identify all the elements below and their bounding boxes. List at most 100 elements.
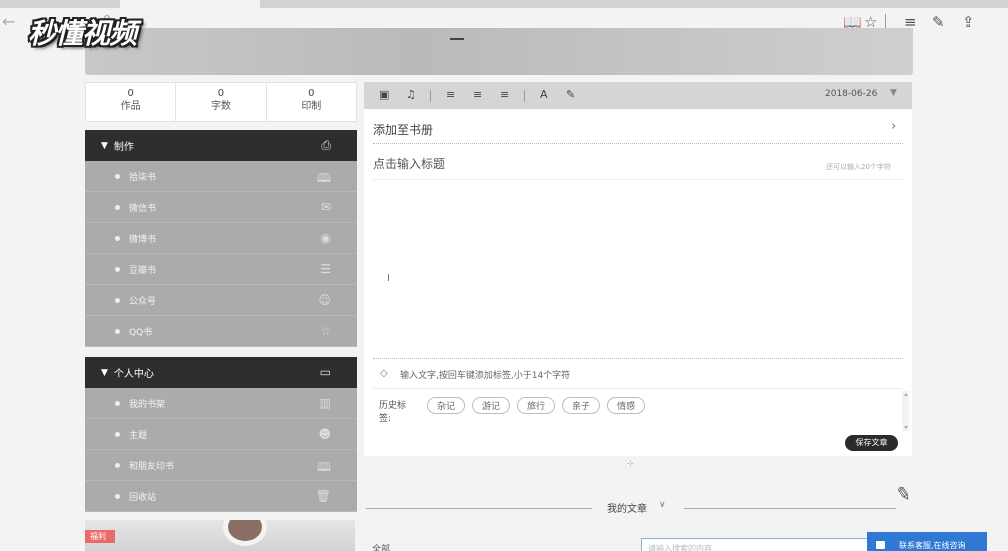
history-tags-list: 杂记 游记 旅行 亲子 情感: [427, 397, 646, 414]
stat-value: 0: [308, 88, 315, 99]
sidebar-item-label: 公众号: [129, 296, 157, 307]
highlight-pen-icon[interactable]: ✎: [566, 88, 575, 101]
notes-icon[interactable]: ✎: [932, 13, 945, 31]
sidebar-item-official-account[interactable]: 公众号 ☺: [85, 285, 357, 316]
pen-icon[interactable]: ✎: [894, 483, 913, 506]
sidebar-item-shiqi-book[interactable]: 拾柒书 🕮: [85, 161, 357, 192]
resize-handle-icon[interactable]: ⊹: [627, 459, 634, 468]
divider: [373, 358, 903, 359]
my-articles-label[interactable]: 我的文章: [607, 500, 647, 515]
sidebar-item-label: 和朋友印书: [129, 461, 175, 472]
history-tag[interactable]: 情感: [607, 397, 646, 414]
history-tag[interactable]: 旅行: [517, 397, 556, 414]
image-icon[interactable]: ▣: [379, 88, 389, 101]
douban-icon: ☰: [320, 262, 331, 276]
welfare-ribbon: 福利: [85, 530, 115, 543]
bullet-icon: [115, 235, 120, 241]
sidebar-item-label: 拾柒书: [129, 172, 157, 183]
divider: [373, 179, 903, 180]
add-to-book-link[interactable]: 添加至书册: [373, 121, 433, 138]
star-icon: ☆: [320, 324, 331, 338]
bullet-icon: [115, 493, 120, 499]
sidebar-item-label: 微博书: [129, 234, 157, 245]
sidebar-item-theme[interactable]: 主题 ☻: [85, 419, 357, 450]
title-input[interactable]: 点击输入标题: [373, 155, 445, 172]
sidebar-item-label: 主题: [129, 430, 148, 441]
chat-bubble-icon: ☺: [318, 293, 331, 307]
folder-icon: ▭: [319, 365, 331, 379]
users-icon: ☻: [318, 427, 331, 441]
music-icon[interactable]: ♫: [406, 88, 416, 101]
chat-label: 联系客服,在线咨询: [899, 541, 966, 550]
align-center-icon[interactable]: ≡: [473, 88, 482, 101]
caret-down-icon: ▼: [101, 140, 108, 151]
sidebar-item-wechat-book[interactable]: 微信书 ✉: [85, 192, 357, 223]
divider: [684, 508, 896, 509]
browser-tab-active[interactable]: [120, 0, 260, 8]
editor-toolbar: ▣ ♫ ≡ ≡ ≡ A ✎ 2018-06-26 ▼: [364, 82, 912, 109]
history-tag[interactable]: 杂记: [427, 397, 466, 414]
bullet-icon: [115, 173, 120, 179]
book-open-icon: 🕮: [316, 460, 331, 474]
chevron-right-icon[interactable]: ›: [891, 119, 896, 134]
tag-input[interactable]: 输入文字,按回车键添加标签,小于14个字符: [400, 368, 570, 381]
sidebar-section-personal[interactable]: ▼ 个人中心 ▭: [85, 357, 357, 388]
sidebar-item-print-with-friends[interactable]: 和朋友印书 🕮: [85, 450, 357, 481]
history-tags-box: 历史标签: 杂记 游记 旅行 亲子 情感: [373, 388, 909, 432]
chevron-down-icon[interactable]: ▼: [890, 88, 897, 98]
weibo-icon: ◉: [320, 231, 331, 245]
promo-banner[interactable]: 福利: [85, 520, 355, 551]
toolbar-divider: [430, 90, 431, 102]
stat-label: 印制: [301, 101, 322, 112]
sidebar-item-label: 豆瓣书: [129, 265, 157, 276]
article-search-input[interactable]: 请输入搜索的内容: [641, 538, 871, 551]
divider: [366, 508, 592, 509]
toolbar-divider: [524, 90, 525, 102]
text-cursor-icon: I: [387, 273, 390, 284]
sidebar-item-label: 微信书: [129, 203, 157, 214]
sidebar-item-recycle-bin[interactable]: 回收站 🗑: [85, 481, 357, 512]
back-arrow-icon[interactable]: ←: [2, 12, 15, 31]
stat-value: 0: [217, 88, 225, 99]
browser-tab-strip: [0, 0, 1008, 8]
sidebar-item-label: 回收站: [129, 492, 157, 503]
sidebar-item-label: 我的书架: [129, 399, 166, 410]
filter-all-dropdown[interactable]: 全部: [372, 542, 390, 551]
sidebar-section-create[interactable]: ▼ 制作 ⎙: [85, 130, 357, 161]
stat-label: 作品: [120, 101, 141, 112]
sidebar-item-weibo-book[interactable]: 微博书 ◉: [85, 223, 357, 254]
font-icon[interactable]: A: [540, 88, 548, 101]
history-tag[interactable]: 亲子: [562, 397, 601, 414]
bullet-icon: [115, 431, 120, 437]
share-icon[interactable]: ⇪: [962, 13, 975, 31]
stat-value: 0: [127, 88, 134, 99]
stat-label: 字数: [210, 101, 231, 112]
article-editor: ▣ ♫ ≡ ≡ ≡ A ✎ 2018-06-26 ▼ 添加至书册 › 点击输入标…: [364, 82, 912, 456]
align-left-icon[interactable]: ≡: [446, 88, 455, 101]
watermark-logo: 秒懂视频: [28, 17, 137, 50]
bullet-icon: [115, 462, 120, 468]
book-open-icon: 🕮: [316, 171, 331, 185]
stat-works[interactable]: 0 作品: [86, 83, 177, 121]
banner-dash: [450, 38, 464, 40]
stat-prints[interactable]: 0 印制: [267, 83, 356, 121]
chat-icon: [876, 541, 885, 549]
article-date[interactable]: 2018-06-26: [825, 89, 877, 99]
divider: [373, 143, 903, 144]
coffee-cup-image: [228, 520, 262, 541]
customer-service-button[interactable]: 联系客服,在线咨询: [867, 532, 987, 551]
save-article-button[interactable]: 保存文章: [845, 435, 898, 451]
sidebar-item-bookshelf[interactable]: 我的书架 ▥: [85, 388, 357, 419]
bullet-icon: [115, 400, 120, 406]
history-tags-scrollbar[interactable]: [902, 391, 909, 431]
caret-down-icon: ▼: [101, 367, 108, 378]
stat-words[interactable]: 0 字数: [176, 83, 267, 121]
title-char-hint: 还可以输入20个字符: [826, 163, 891, 171]
history-tags-label: 历史标签:: [379, 401, 407, 424]
chevron-down-icon[interactable]: ∨: [659, 500, 666, 510]
align-right-icon[interactable]: ≡: [500, 88, 509, 101]
section-title: 制作: [113, 142, 134, 153]
history-tag[interactable]: 游记: [472, 397, 511, 414]
sidebar-item-qq-book[interactable]: QQ书 ☆: [85, 316, 357, 347]
sidebar-item-douban-book[interactable]: 豆瓣书 ☰: [85, 254, 357, 285]
